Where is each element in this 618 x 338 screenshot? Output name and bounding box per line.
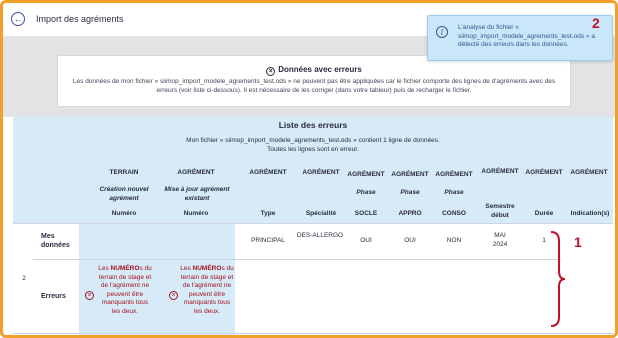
subheader-creation: Création nouvel agrément (99, 186, 149, 202)
col-specialite: Spécialité (305, 210, 337, 217)
subheader-mise-a-jour: Mise à jour agrément existant (164, 186, 230, 202)
error-message-terrain: Les NUMÉROs du terrain de stage et de l'… (98, 265, 152, 315)
cell-specialite: DES-ALLERGO (296, 232, 344, 239)
col-group-agrement: AGRÉMENT (347, 171, 385, 178)
error-list-subtitle: Mon fichier « siimop_import_modele_agrem… (186, 137, 440, 153)
cell-conso: NON (446, 237, 462, 244)
col-appro: APPRO (398, 210, 422, 217)
row-index: 2 (22, 275, 26, 282)
error-banner: × Données avec erreurs Les données de mon… (57, 55, 571, 107)
col-group-agrement: AGRÉMENT (391, 171, 429, 178)
cell-socle: OUI (360, 237, 372, 244)
back-arrow-icon[interactable]: ← (11, 12, 25, 26)
col-group-agrement: AGRÉMENT (177, 169, 215, 176)
info-icon: i (436, 26, 448, 38)
row-label-erreurs: Erreurs (41, 293, 66, 300)
annotation-bracket (551, 231, 566, 327)
row-label-mes-donnees: Mes données (41, 233, 70, 249)
row-divider (13, 333, 613, 334)
col-numero-agrement: Numéro (183, 210, 209, 217)
col-socle: SOCLE (354, 210, 378, 217)
error-banner-text: Les données de mon fichier « siimop_impo… (72, 78, 556, 94)
row-divider (13, 223, 613, 224)
error-icon: × (85, 291, 94, 300)
error-message-agrement: Les NUMÉROs du terrain de stage et de l'… (180, 265, 234, 315)
annotation-marker-2: 2 (592, 15, 600, 31)
cell-semestre-debut: MAI 2024 (492, 232, 508, 248)
error-banner-title: × Données avec erreurs (58, 65, 570, 76)
col-type: Type (260, 210, 276, 217)
col-group-agrement: AGRÉMENT (435, 171, 473, 178)
subheader-phase: Phase (356, 189, 376, 196)
page-title: Import des agréments (36, 14, 124, 24)
col-group-terrain: TERRAIN (109, 169, 139, 176)
col-numero-terrain: Numéro (111, 210, 137, 217)
col-semestre-debut: Semestre début (485, 203, 515, 219)
subheader-phase: Phase (400, 189, 420, 196)
analysis-toast: i L'analyse du fichier « siimop_import_m… (427, 15, 613, 61)
toast-message: L'analyse du fichier « siimop_import_mod… (458, 24, 595, 48)
error-list-title: Liste des erreurs (278, 120, 348, 130)
cell-appro: OUI (404, 237, 416, 244)
col-group-agrement: AGRÉMENT (249, 169, 287, 176)
col-indications: Indication(s) (570, 210, 610, 217)
col-group-agrement: AGRÉMENT (302, 169, 340, 176)
col-conso: CONSO (442, 210, 466, 217)
error-icon: × (169, 291, 178, 300)
cell-type: PRINCIPAL (251, 237, 285, 244)
error-circle-icon: × (266, 67, 276, 76)
col-group-agrement: AGRÉMENT (570, 169, 608, 176)
col-group-agrement: AGRÉMENT (481, 168, 519, 175)
col-group-agrement: AGRÉMENT (525, 169, 563, 176)
annotation-marker-1: 1 (574, 234, 582, 250)
col-duree: Durée (534, 210, 554, 217)
subheader-phase: Phase (444, 189, 464, 196)
row-divider (33, 259, 561, 260)
app-frame: ← Import des agréments i L'analyse du fi… (0, 0, 618, 338)
